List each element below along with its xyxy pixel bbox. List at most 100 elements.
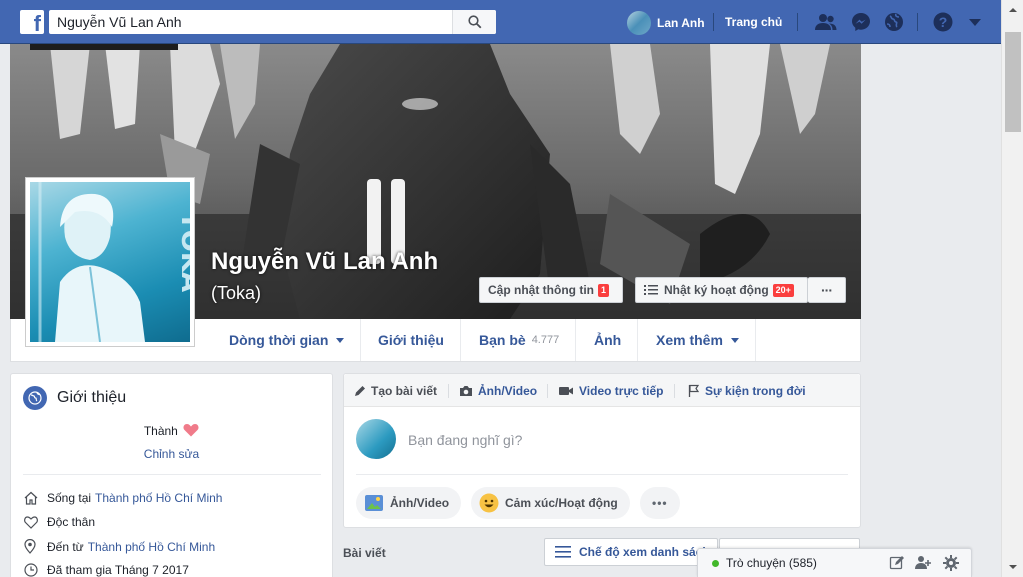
tab-timeline[interactable]: Dòng thời gian	[213, 319, 362, 361]
activity-log-label: Nhật ký hoạt động	[664, 283, 769, 297]
divider	[356, 474, 848, 475]
divider	[713, 13, 714, 31]
heart-icon	[183, 424, 199, 437]
list-icon	[555, 546, 571, 558]
list-view-button[interactable]: Chế độ xem danh sách	[544, 538, 718, 566]
tab-about[interactable]: Giới thiệu	[362, 319, 461, 361]
facebook-logo[interactable]: f	[20, 10, 44, 34]
scroll-up-button[interactable]	[1002, 0, 1023, 20]
scroll-down-button[interactable]	[1002, 557, 1023, 577]
pencil-icon	[354, 385, 366, 397]
tab-photo-video-label: Ảnh/Video	[478, 383, 538, 398]
activity-log-badge: 20+	[772, 283, 794, 297]
intro-joined: Đã tham gia Tháng 7 2017	[24, 563, 189, 577]
search-button[interactable]	[452, 10, 496, 34]
tab-create-post-label: Tạo bài viết	[371, 383, 438, 398]
post-composer: Tạo bài viết Ảnh/Video Video trực tiếp S…	[343, 373, 861, 528]
intro-lives-in: Sống tại Thành phố Hồ Chí Minh	[24, 491, 222, 505]
from-prefix: Đến từ	[47, 539, 84, 554]
home-link[interactable]: Trang chủ	[725, 15, 782, 29]
relationship-status: Độc thân	[47, 515, 96, 529]
profile-picture[interactable]: TOKA	[25, 177, 195, 347]
top-navigation-bar: f Lan Anh Trang chủ ?	[0, 0, 1001, 44]
profile-link[interactable]: Lan Anh	[627, 11, 705, 35]
divider	[674, 384, 675, 398]
lives-in-link[interactable]: Thành phố Hồ Chí Minh	[95, 491, 222, 505]
update-info-label: Cập nhật thông tin	[488, 283, 594, 297]
intro-title: Giới thiệu	[57, 389, 127, 406]
photo-watermark-text: TOKA	[175, 212, 190, 292]
smiley-icon	[479, 493, 499, 513]
search-bar	[49, 10, 496, 34]
tab-live-video-label: Video trực tiếp	[579, 383, 664, 398]
tab-photos[interactable]: Ảnh	[578, 319, 639, 361]
more-options-button[interactable]: •••	[640, 487, 680, 519]
friend-requests-button[interactable]	[815, 12, 837, 32]
tab-live-video[interactable]: Video trực tiếp	[558, 374, 664, 407]
messenger-button[interactable]	[850, 12, 872, 32]
update-info-badge: 1	[597, 283, 609, 297]
tab-photo-video[interactable]: Ảnh/Video	[459, 374, 537, 407]
home-icon	[24, 491, 40, 505]
feeling-activity-label: Cảm xúc/Hoạt động	[505, 496, 618, 510]
compose-icon[interactable]	[889, 555, 905, 571]
messenger-icon	[852, 13, 870, 31]
help-button[interactable]: ?	[932, 12, 954, 32]
tab-friends[interactable]: Bạn bè 4.777	[463, 319, 577, 361]
profile-photo: TOKA	[30, 182, 190, 342]
chevron-down-icon	[1009, 565, 1017, 569]
notifications-globe-icon	[885, 13, 903, 31]
profile-photo-image: TOKA	[38, 182, 190, 342]
scrollbar-thumb[interactable]	[1005, 32, 1021, 132]
divider	[547, 384, 548, 398]
from-link[interactable]: Thành phố Hồ Chí Minh	[88, 540, 215, 554]
joined-date: Đã tham gia Tháng 7 2017	[47, 563, 189, 577]
composer-input[interactable]: Bạn đang nghĩ gì?	[408, 432, 522, 448]
friends-count: 4.777	[531, 334, 560, 346]
globe-icon	[23, 386, 47, 410]
camera-icon	[459, 385, 473, 397]
list-view-label: Chế độ xem danh sách	[579, 545, 710, 559]
intro-from: Đến từ Thành phố Hồ Chí Minh	[24, 539, 215, 554]
chat-actions	[889, 555, 959, 571]
tab-photos-label: Ảnh	[594, 332, 622, 348]
notifications-button[interactable]	[883, 12, 905, 32]
update-info-button[interactable]: Cập nhật thông tin 1	[479, 277, 623, 303]
more-options-button[interactable]: ···	[808, 277, 846, 303]
gear-icon[interactable]	[943, 555, 959, 571]
activity-log-button[interactable]: Nhật ký hoạt động 20+	[635, 277, 808, 303]
chat-bar[interactable]: Trò chuyện (585)	[697, 548, 972, 577]
tab-timeline-label: Dòng thời gian	[229, 332, 329, 348]
tab-life-event-label: Sự kiện trong đời	[705, 383, 806, 398]
chevron-up-icon	[1009, 8, 1017, 12]
svg-text:?: ?	[939, 14, 948, 30]
cover-tab-shadow	[30, 44, 178, 50]
tab-life-event[interactable]: Sự kiện trong đời	[688, 374, 806, 407]
location-pin-icon	[24, 539, 40, 554]
more-options-dots: ···	[821, 282, 833, 298]
chevron-down-icon	[336, 337, 345, 343]
search-input[interactable]	[49, 10, 452, 34]
bio-text: Thành	[143, 424, 178, 438]
divider	[797, 13, 798, 31]
avatar	[356, 419, 396, 459]
posts-heading: Bài viết	[343, 546, 386, 560]
chevron-down-icon	[730, 337, 739, 343]
friend-requests-icon	[815, 14, 837, 30]
divider	[448, 384, 449, 398]
account-menu-button[interactable]	[964, 12, 986, 32]
feeling-activity-button[interactable]: Cảm xúc/Hoạt động	[471, 487, 630, 519]
more-dots: •••	[652, 496, 668, 510]
search-icon	[467, 15, 481, 29]
edit-bio-link[interactable]: Chỉnh sửa	[11, 447, 332, 461]
tab-about-label: Giới thiệu	[378, 332, 444, 348]
clock-icon	[24, 563, 40, 577]
tab-friends-label: Bạn bè	[479, 332, 526, 348]
page-scrollbar[interactable]	[1001, 0, 1023, 577]
group-chat-icon[interactable]	[915, 555, 933, 571]
lives-in-prefix: Sống tại	[47, 491, 92, 505]
heart-outline-icon	[24, 515, 40, 529]
photo-video-button[interactable]: Ảnh/Video	[356, 487, 462, 519]
tab-more[interactable]: Xem thêm	[640, 319, 756, 361]
tab-create-post[interactable]: Tạo bài viết	[354, 374, 437, 407]
